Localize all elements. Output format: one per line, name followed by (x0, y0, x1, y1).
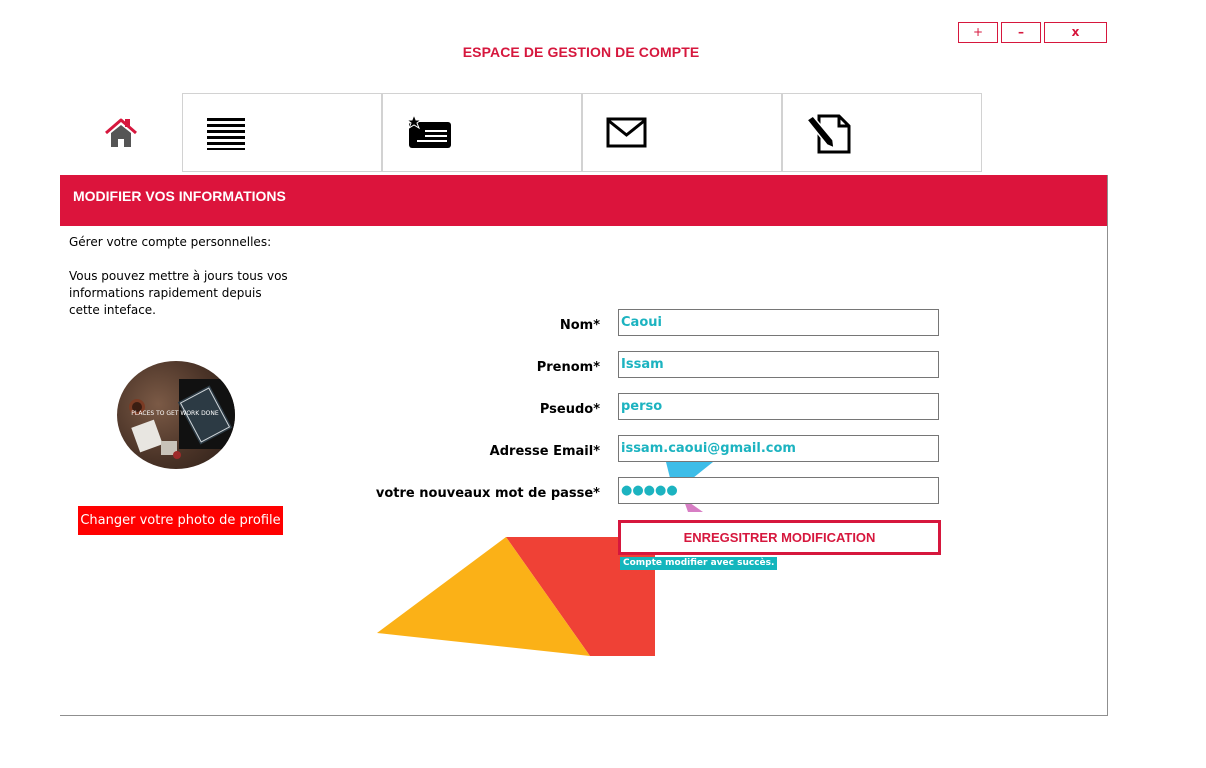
label-pseudo: Pseudo* (539, 402, 600, 417)
prenom-input[interactable] (618, 351, 939, 378)
label-prenom: Prenom* (536, 360, 600, 375)
label-email: Adresse Email* (489, 444, 600, 459)
label-password: votre nouveaux mot de passe* (375, 486, 600, 501)
password-input[interactable] (618, 477, 939, 504)
label-nom: Nom* (559, 318, 600, 333)
pseudo-input[interactable] (618, 393, 939, 420)
nom-input[interactable] (618, 309, 939, 336)
email-input[interactable] (618, 435, 939, 462)
save-button[interactable]: ENREGSITRER MODIFICATION (618, 520, 941, 555)
success-message: Compte modifier avec succès. (620, 557, 778, 570)
decorative-shapes (377, 462, 713, 656)
